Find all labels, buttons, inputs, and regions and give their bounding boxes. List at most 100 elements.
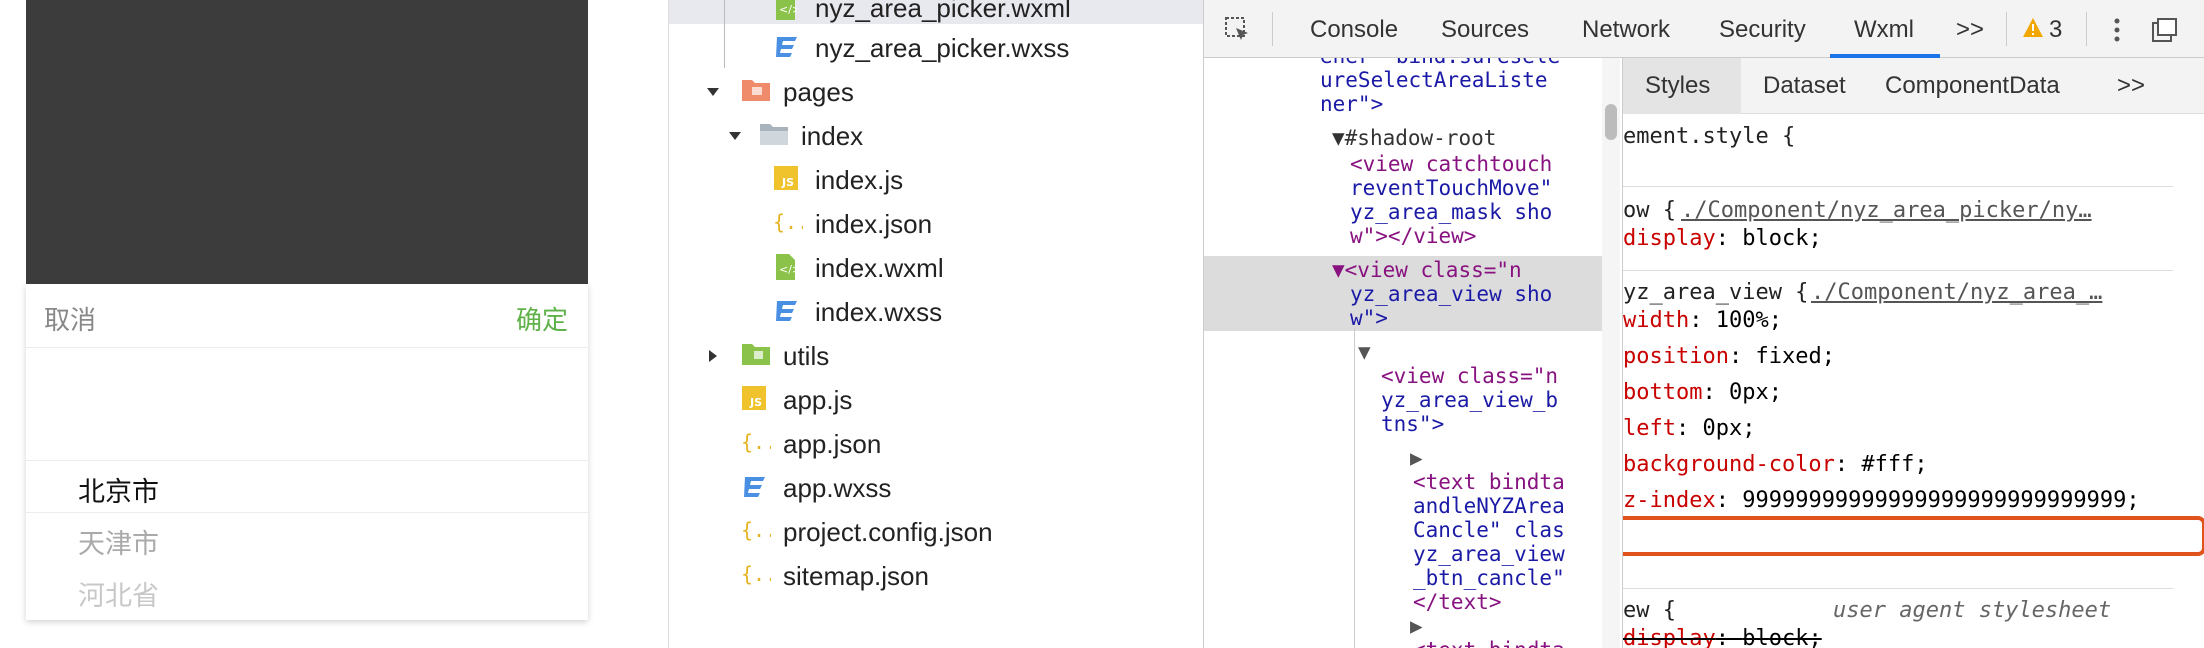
code-line: ener" bind:suresele bbox=[1320, 58, 1560, 68]
tab-styles[interactable]: Styles bbox=[1645, 72, 1710, 100]
json-file-icon: {..} bbox=[741, 561, 789, 591]
code-line: yz_area_view bbox=[1413, 542, 1565, 566]
code-line: yz_area_view_b bbox=[1381, 388, 1559, 412]
simulator-panel: 取消 确定 北京市 天津市 河北省 bbox=[0, 0, 655, 648]
svg-text:JS: JS bbox=[781, 176, 794, 189]
svg-text:</>: </> bbox=[779, 3, 797, 16]
user-agent-label: user agent stylesheet bbox=[1833, 598, 2112, 623]
wxml-file-icon: </> bbox=[773, 0, 803, 23]
tab-componentdata[interactable]: ComponentData bbox=[1885, 72, 2060, 100]
warning-count[interactable]: 3 bbox=[2049, 16, 2062, 44]
tab-security[interactable]: Security bbox=[1719, 16, 1806, 44]
style-property[interactable]: display: block; bbox=[1623, 226, 1822, 251]
tab-sources[interactable]: Sources bbox=[1441, 16, 1529, 44]
code-line: tns"> bbox=[1381, 412, 1445, 436]
more-subtabs-button[interactable]: >> bbox=[2117, 72, 2145, 100]
tree-item-label: index.wxss bbox=[815, 296, 943, 327]
rule-divider bbox=[1623, 186, 2173, 187]
tree-item-label: index bbox=[801, 120, 864, 151]
scrollbar[interactable] bbox=[1602, 58, 1620, 648]
toolbar-divider bbox=[2006, 12, 2007, 46]
tab-console[interactable]: Console bbox=[1310, 16, 1398, 44]
view-node[interactable]: <view catchtouch bbox=[1350, 152, 1552, 176]
tree-item-label: app.json bbox=[783, 428, 882, 459]
tree-item-label: sitemap.json bbox=[783, 560, 929, 591]
expand-toggle[interactable]: ▶ bbox=[1410, 446, 1423, 470]
text-node[interactable]: <text bindta bbox=[1413, 470, 1565, 494]
style-property[interactable]: background-color: #fff; bbox=[1623, 452, 1928, 477]
tab-network[interactable]: Network bbox=[1582, 16, 1670, 44]
styles-subtabs: Styles Dataset ComponentData >> bbox=[1623, 58, 2204, 114]
rule-divider bbox=[1623, 588, 2173, 589]
picker-option[interactable]: 河北省 bbox=[78, 574, 159, 613]
tree-item-label: index.json bbox=[815, 208, 933, 239]
expand-toggle[interactable]: ▼ bbox=[1358, 340, 1371, 364]
dock-side-icon[interactable] bbox=[2152, 18, 2178, 42]
tree-item[interactable]: nyz_area_picker.wxss bbox=[773, 26, 1069, 70]
code-line: _btn_cancle" bbox=[1413, 566, 1565, 590]
tree-item[interactable]: index bbox=[727, 114, 863, 158]
selected-view-node[interactable]: ▼<view class="n bbox=[1332, 258, 1522, 282]
tree-item-label: project.config.json bbox=[783, 516, 993, 547]
code-line: ner"> bbox=[1320, 92, 1384, 116]
tree-item[interactable]: app.wxss bbox=[741, 466, 891, 510]
tab-dataset[interactable]: Dataset bbox=[1763, 72, 1846, 100]
element-style-rule[interactable]: ement.style { bbox=[1623, 124, 1795, 149]
warning-icon[interactable] bbox=[2022, 17, 2044, 39]
tree-item[interactable]: {..} sitemap.json bbox=[741, 554, 929, 598]
json-file-icon: {..} bbox=[741, 429, 789, 459]
code-line: w"></view> bbox=[1350, 224, 1477, 248]
code-line: andleNYZArea bbox=[1413, 494, 1565, 518]
wxss-file-icon bbox=[773, 33, 803, 63]
svg-text:JS: JS bbox=[749, 396, 762, 409]
style-property-z-index[interactable]: z-index: 99999999999999999999999999999; bbox=[1623, 488, 2140, 513]
tree-item-label: nyz_area_picker.wxss bbox=[815, 32, 1070, 63]
chevron-right-icon[interactable] bbox=[705, 348, 721, 364]
tree-item-label: utils bbox=[783, 340, 830, 371]
svg-text:</>: </> bbox=[779, 263, 797, 276]
code-line: Cancle" clas bbox=[1413, 518, 1565, 542]
tree-item-label: app.wxss bbox=[783, 472, 892, 503]
rule-source-link[interactable]: ./Component/nyz_area_picker/ny… bbox=[1681, 198, 2092, 223]
inspect-element-icon[interactable] bbox=[1224, 16, 1252, 44]
chevron-down-icon[interactable] bbox=[705, 84, 721, 100]
tree-item-label: index.js bbox=[815, 164, 904, 195]
chevron-down-icon[interactable] bbox=[727, 128, 743, 144]
picker-option[interactable]: 北京市 bbox=[78, 470, 159, 509]
tree-item[interactable]: {..} project.config.json bbox=[741, 510, 993, 554]
tree-item[interactable]: {..} app.json bbox=[741, 422, 881, 466]
svg-text:{..}: {..} bbox=[741, 518, 771, 542]
shadow-root-node[interactable]: ▼#shadow-root bbox=[1332, 126, 1496, 150]
text-node[interactable]: <text bindta bbox=[1413, 638, 1565, 648]
folder-open-icon bbox=[759, 121, 789, 151]
style-property[interactable]: width: 100%; bbox=[1623, 308, 1782, 333]
more-options-icon[interactable] bbox=[2112, 16, 2122, 44]
tree-item[interactable]: JS index.js bbox=[773, 158, 903, 202]
style-property[interactable]: display: block; bbox=[1623, 626, 1822, 648]
more-tabs-button[interactable]: >> bbox=[1956, 16, 1984, 44]
confirm-button[interactable]: 确定 bbox=[516, 300, 568, 337]
folder-icon bbox=[741, 77, 771, 107]
tree-item[interactable]: index.wxss bbox=[773, 290, 942, 334]
area-mask[interactable] bbox=[26, 0, 588, 284]
style-property[interactable]: position: fixed; bbox=[1623, 344, 1835, 369]
style-property[interactable]: left: 0px; bbox=[1623, 416, 1755, 441]
tree-item[interactable]: {..} index.json bbox=[773, 202, 932, 246]
tree-item[interactable]: pages bbox=[705, 70, 854, 114]
picker-button-bar: 取消 确定 bbox=[26, 284, 588, 348]
style-property[interactable]: bottom: 0px; bbox=[1623, 380, 1782, 405]
picker-option[interactable]: 天津市 bbox=[78, 522, 159, 561]
tab-wxml[interactable]: Wxml bbox=[1854, 16, 1914, 44]
view-node[interactable]: <view class="n bbox=[1381, 364, 1558, 388]
tree-item[interactable]: JS app.js bbox=[741, 378, 852, 422]
tree-guide-line bbox=[724, 0, 725, 68]
cancel-button[interactable]: 取消 bbox=[44, 300, 96, 337]
svg-text:{..}: {..} bbox=[741, 562, 771, 586]
rule-selector: ew { bbox=[1623, 598, 1676, 623]
tree-item[interactable]: utils bbox=[705, 334, 829, 378]
scrollbar-thumb[interactable] bbox=[1605, 104, 1617, 140]
code-line: reventTouchMove" bbox=[1350, 176, 1553, 200]
tree-item[interactable]: </> index.wxml bbox=[773, 246, 944, 290]
rule-source-link[interactable]: ./Component/nyz_area_… bbox=[1811, 280, 2102, 305]
expand-toggle[interactable]: ▶ bbox=[1410, 614, 1423, 638]
